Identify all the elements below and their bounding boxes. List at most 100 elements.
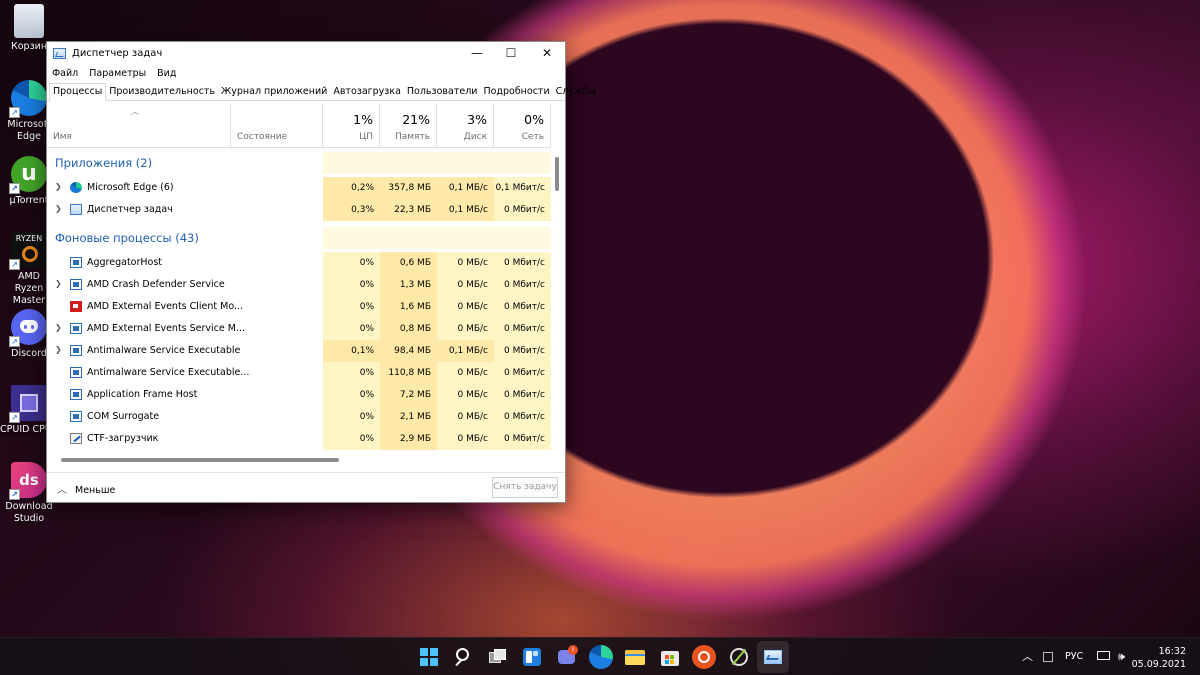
close-button[interactable]: ✕	[529, 42, 565, 64]
edge-icon	[70, 182, 82, 193]
memory-total: 21%	[402, 112, 430, 127]
task-view-icon[interactable]	[485, 645, 509, 669]
search-icon[interactable]	[451, 645, 475, 669]
task-manager-icon[interactable]	[761, 645, 785, 669]
group-title: Фоновые процессы (43)	[55, 231, 199, 245]
expand-chevron-icon[interactable]: ❯	[55, 345, 62, 354]
column-name[interactable]: ︿ Имя	[47, 104, 231, 148]
column-network[interactable]: 0% Сеть	[494, 104, 551, 148]
network-icon[interactable]	[1097, 638, 1110, 675]
start-icon[interactable]	[417, 645, 441, 669]
tray-app-icon[interactable]	[1043, 638, 1053, 675]
table-row[interactable]: ❯ AMD External Events Service M... 0% 0,…	[47, 318, 551, 340]
table-row[interactable]: ❯ Microsoft Edge (6) 0,2% 357,8 МБ 0,1 М…	[47, 177, 551, 199]
memory-value: 1,3 МБ	[380, 274, 437, 296]
network-value: 0 Мбит/с	[494, 199, 551, 221]
ubuntu-icon[interactable]	[692, 645, 716, 669]
amd-icon	[70, 301, 82, 312]
tab-services[interactable]: Службы	[553, 84, 599, 100]
fewer-details-button[interactable]: ︿ Меньше	[57, 481, 115, 496]
column-network-label: Сеть	[521, 132, 544, 142]
column-disk[interactable]: 3% Диск	[437, 104, 494, 148]
store-icon[interactable]	[658, 645, 682, 669]
minimize-button[interactable]: —	[459, 42, 495, 64]
column-status-label: Состояние	[237, 132, 288, 142]
edge-icon[interactable]	[589, 645, 613, 669]
cpu-value: 0,2%	[323, 177, 380, 199]
teams-chat-icon[interactable]: !	[555, 645, 579, 669]
column-name-label: Имя	[53, 132, 72, 142]
clock[interactable]: 16:32 05.09.2021	[1132, 645, 1186, 671]
table-row[interactable]: ❯ Antimalware Service Executable 0,1% 98…	[47, 340, 551, 362]
tab-performance[interactable]: Производительность	[106, 84, 218, 100]
widgets-icon[interactable]	[520, 645, 544, 669]
memory-value: 110,8 МБ	[380, 362, 437, 384]
service-icon	[70, 257, 82, 268]
sort-up-icon: ︿	[131, 107, 139, 116]
column-headers: ︿ Имя Состояние 1% ЦП 21% Память 3% Диск…	[47, 104, 551, 148]
show-hidden-icons-chevron-icon[interactable]: ︿	[1022, 638, 1033, 675]
shortcut-arrow-icon: ↗	[9, 183, 20, 194]
tab-details[interactable]: Подробности	[480, 84, 552, 100]
title-bar[interactable]: Диспетчер задач — ☐ ✕	[47, 42, 565, 64]
horizontal-scrollbar[interactable]	[61, 458, 339, 462]
table-row[interactable]: Antimalware Service Executable... 0% 110…	[47, 362, 551, 384]
menu-view[interactable]: Вид	[157, 68, 176, 79]
group-title: Приложения (2)	[55, 156, 153, 170]
service-icon	[70, 367, 82, 378]
column-memory[interactable]: 21% Память	[380, 104, 437, 148]
menu-file[interactable]: Файл	[52, 68, 78, 79]
ctf-loader-icon	[70, 433, 82, 444]
expand-chevron-icon[interactable]: ❯	[55, 279, 62, 288]
desktop-icon-label: Microsoft Edge	[7, 119, 51, 142]
tab-app-history[interactable]: Журнал приложений	[218, 84, 330, 100]
table-row[interactable]: ❯ Диспетчер задач 0,3% 22,3 МБ 0,1 МБ/с …	[47, 199, 551, 221]
process-name: AMD External Events Client Mo...	[87, 301, 244, 312]
table-row[interactable]: COM Surrogate 0% 2,1 МБ 0 МБ/с 0 Мбит/с	[47, 406, 551, 428]
recycle-bin-icon	[14, 4, 44, 38]
maximize-button[interactable]: ☐	[493, 42, 529, 64]
expand-chevron-icon[interactable]: ❯	[55, 323, 62, 332]
disk-value: 0 МБ/с	[437, 362, 494, 384]
taskbar: ! ︿ РУС 🕪 16:32 05.09.2021	[0, 637, 1200, 675]
task-manager-icon	[70, 204, 82, 215]
edge-icon: ↗	[9, 80, 47, 118]
window-title: Диспетчер задач	[72, 47, 163, 59]
table-row[interactable]: CTF-загрузчик 0% 2,9 МБ 0 МБ/с 0 Мбит/с	[47, 428, 551, 450]
volume-icon[interactable]: 🕪	[1118, 638, 1125, 675]
file-explorer-icon[interactable]	[623, 645, 647, 669]
expand-chevron-icon[interactable]: ❯	[55, 204, 62, 213]
xbox-icon[interactable]	[727, 645, 751, 669]
disk-total: 3%	[467, 112, 487, 127]
tab-startup[interactable]: Автозагрузка	[330, 84, 404, 100]
table-row[interactable]: Application Frame Host 0% 7,2 МБ 0 МБ/с …	[47, 384, 551, 406]
footer: ︿ Меньше Снять задачу	[47, 472, 565, 502]
process-name: AMD Crash Defender Service	[87, 279, 225, 290]
disk-value: 0 МБ/с	[437, 274, 494, 296]
group-header-apps: Приложения (2)	[47, 152, 551, 174]
disk-value: 0 МБ/с	[437, 384, 494, 406]
end-task-button[interactable]: Снять задачу	[492, 477, 558, 498]
cpu-value: 0%	[323, 384, 380, 406]
clock-date: 05.09.2021	[1131, 659, 1186, 670]
memory-value: 0,8 МБ	[380, 318, 437, 340]
table-row[interactable]: ❯ AMD Crash Defender Service 0% 1,3 МБ 0…	[47, 274, 551, 296]
tab-users[interactable]: Пользователи	[404, 84, 481, 100]
memory-value: 98,4 МБ	[380, 340, 437, 362]
disk-value: 0,1 МБ/с	[437, 340, 494, 362]
cpu-value: 0,3%	[323, 199, 380, 221]
table-row[interactable]: AggregatorHost 0% 0,6 МБ 0 МБ/с 0 Мбит/с	[47, 252, 551, 274]
expand-chevron-icon[interactable]: ❯	[55, 182, 62, 191]
language-indicator[interactable]: РУС	[1065, 638, 1083, 675]
process-list: Приложения (2) ❯ Microsoft Edge (6) 0,2%…	[47, 148, 551, 453]
memory-value: 1,6 МБ	[380, 296, 437, 318]
vertical-scrollbar[interactable]	[555, 157, 559, 191]
table-row[interactable]: AMD External Events Client Mo... 0% 1,6 …	[47, 296, 551, 318]
column-status[interactable]: Состояние	[231, 104, 323, 148]
process-name: COM Surrogate	[87, 411, 160, 422]
service-icon	[70, 345, 82, 356]
tab-processes[interactable]: Процессы	[49, 83, 107, 101]
cpu-value: 0%	[323, 252, 380, 274]
menu-options[interactable]: Параметры	[89, 68, 146, 79]
column-cpu[interactable]: 1% ЦП	[323, 104, 380, 148]
